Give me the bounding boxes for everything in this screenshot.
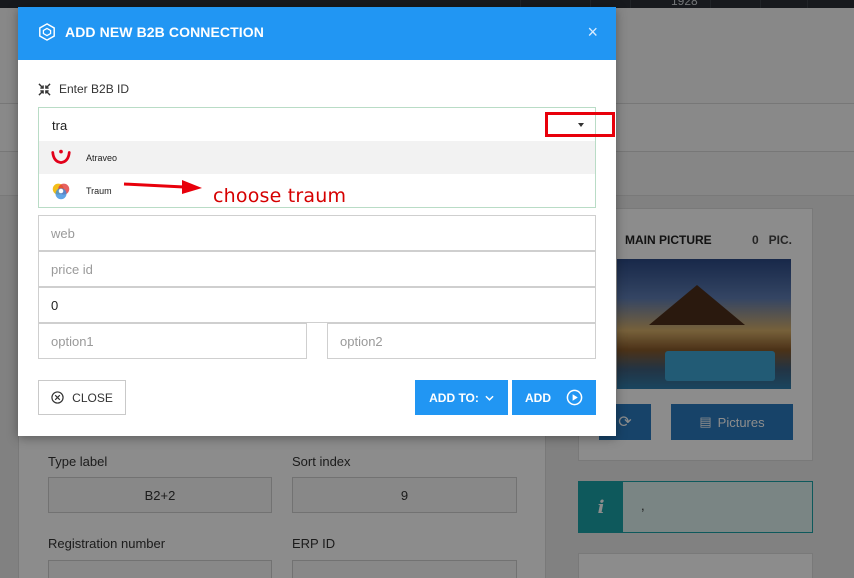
numeric-input[interactable]: 0 [38, 287, 596, 323]
compress-icon [38, 82, 51, 96]
dropdown-item-label: Traum [86, 185, 112, 196]
web-input[interactable]: web [38, 215, 596, 251]
traum-logo-icon [52, 183, 70, 199]
dropdown-item-atraveo[interactable]: Atraveo [39, 141, 595, 174]
play-circle-icon [566, 389, 583, 406]
modal-title: ADD NEW B2B CONNECTION [65, 24, 264, 40]
annotation-text: choose traum [213, 185, 347, 207]
price-id-placeholder: price id [51, 261, 93, 277]
b2b-id-label-row: Enter B2B ID [38, 82, 129, 96]
b2b-id-search-value[interactable]: tra [52, 118, 67, 133]
b2b-id-select[interactable]: tra [38, 107, 596, 142]
add-to-button-label: ADD TO: [429, 390, 479, 405]
option2-placeholder: option2 [340, 333, 383, 349]
close-icon[interactable]: × [587, 22, 598, 42]
dropdown-item-label: Atraveo [86, 152, 118, 163]
chevron-down-icon [485, 395, 494, 401]
close-circle-icon [51, 391, 64, 404]
atraveo-logo-icon [51, 149, 71, 164]
close-button-label: CLOSE [72, 390, 113, 405]
option1-placeholder: option1 [51, 333, 94, 349]
close-button[interactable]: CLOSE [38, 380, 126, 415]
add-button-label: ADD [525, 391, 551, 405]
annotation-arrow-icon [123, 180, 202, 194]
add-b2b-connection-modal: ADD NEW B2B CONNECTION × Enter B2B ID tr… [18, 7, 616, 436]
option2-input[interactable]: option2 [327, 323, 596, 359]
connection-icon [39, 23, 55, 41]
modal-header: ADD NEW B2B CONNECTION × [18, 7, 616, 60]
add-button[interactable]: ADD [512, 380, 596, 415]
price-id-input[interactable]: price id [38, 251, 596, 287]
option1-input[interactable]: option1 [38, 323, 307, 359]
add-to-dropdown-button[interactable]: ADD TO: [415, 380, 508, 415]
annotation-highlight-box [545, 112, 615, 137]
b2b-id-label: Enter B2B ID [59, 82, 130, 96]
web-placeholder: web [51, 225, 75, 241]
numeric-value: 0 [51, 297, 59, 313]
